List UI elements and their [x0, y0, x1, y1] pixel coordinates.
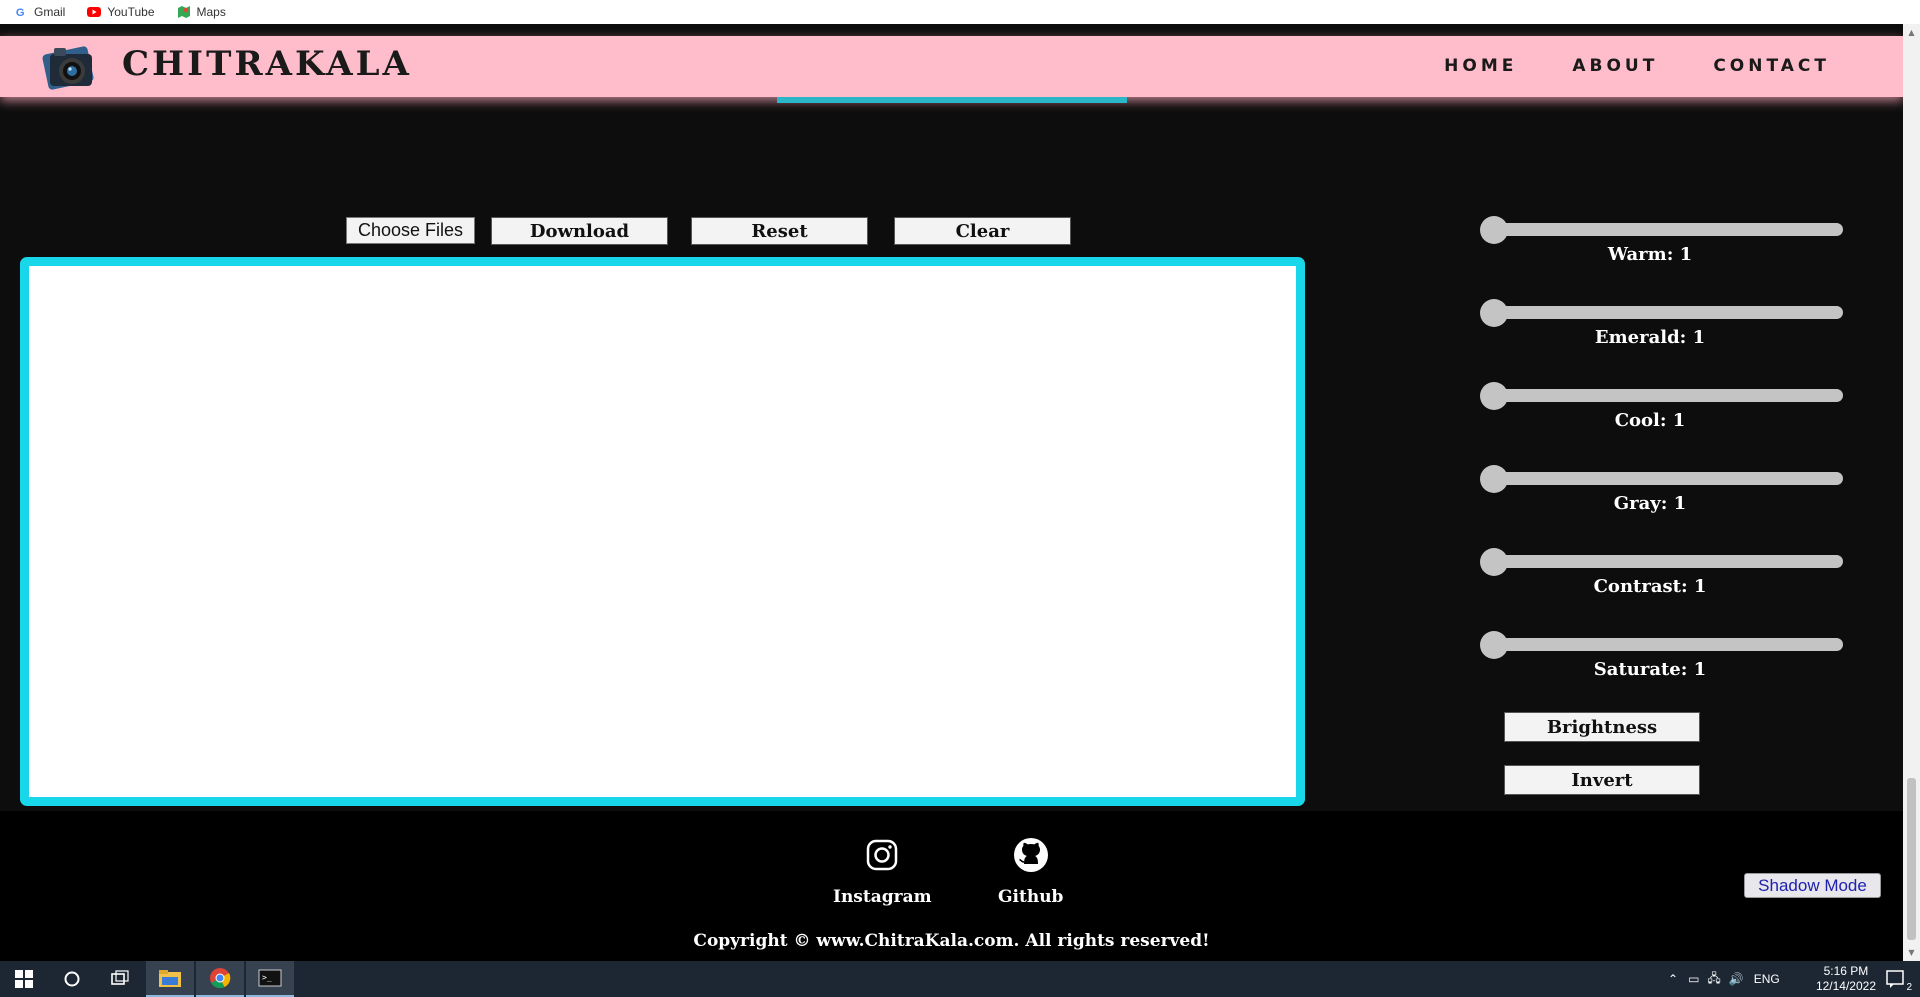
github-icon	[1013, 837, 1049, 873]
nav-contact[interactable]: CONTACT	[1713, 56, 1830, 76]
emerald-slider-thumb[interactable]	[1480, 299, 1508, 327]
nav-about[interactable]: ABOUT	[1572, 56, 1658, 76]
copyright-text: Copyright © www.ChitraKala.com. All righ…	[693, 931, 1210, 951]
reset-button[interactable]: Reset	[691, 217, 868, 245]
scroll-up-arrow-icon[interactable]: ▲	[1903, 24, 1920, 41]
warm-slider-track[interactable]	[1483, 223, 1843, 236]
main-nav: HOME ABOUT CONTACT	[1444, 56, 1830, 76]
file-explorer-icon[interactable]	[146, 961, 194, 997]
invert-button[interactable]: Invert	[1504, 765, 1700, 795]
brand-title: CHITRAKALA	[122, 44, 412, 84]
scroll-down-arrow-icon[interactable]: ▼	[1903, 944, 1920, 961]
warm-slider-thumb[interactable]	[1480, 216, 1508, 244]
site-footer: Instagram Github Copyright © www.ChitraK…	[0, 811, 1903, 961]
devices-icon[interactable]: ▭	[1688, 972, 1699, 986]
site-header: CHITRAKALA HOME ABOUT CONTACT	[0, 36, 1903, 97]
volume-icon[interactable]: 🔊	[1729, 972, 1744, 986]
instagram-link[interactable]: Instagram	[833, 837, 932, 907]
windows-start-icon[interactable]	[0, 961, 48, 997]
contrast-label: Contrast: 1	[1593, 576, 1707, 597]
maps-icon	[177, 5, 191, 19]
filter-sliders: Warm: 1 Emerald: 1 Cool: 1 Gray: 1 Contr…	[1480, 216, 1850, 714]
emerald-slider-group: Emerald: 1	[1480, 299, 1850, 382]
show-hidden-icons-icon[interactable]: ⌃	[1668, 972, 1678, 986]
gray-slider-group: Gray: 1	[1480, 465, 1850, 548]
svg-text:>_: >_	[262, 973, 272, 982]
clear-button[interactable]: Clear	[894, 217, 1071, 245]
nav-home[interactable]: HOME	[1444, 56, 1517, 76]
saturate-slider-thumb[interactable]	[1480, 631, 1508, 659]
github-label: Github	[998, 887, 1064, 907]
clock-date: 12/14/2022	[1815, 979, 1876, 993]
brightness-button[interactable]: Brightness	[1504, 712, 1700, 742]
image-controls: Choose Files Download Reset Clear	[0, 217, 1150, 245]
emerald-slider-track[interactable]	[1483, 306, 1843, 319]
gray-slider-track[interactable]	[1483, 472, 1843, 485]
contrast-slider-group: Contrast: 1	[1480, 548, 1850, 631]
bookmark-maps[interactable]: Maps	[177, 5, 226, 19]
github-link[interactable]: Github	[998, 837, 1063, 907]
header-accent-bar	[777, 97, 1127, 103]
contrast-slider-track[interactable]	[1483, 555, 1843, 568]
image-canvas[interactable]	[20, 257, 1305, 806]
warm-slider-group: Warm: 1	[1480, 216, 1850, 299]
bookmark-gmail[interactable]: G Gmail	[14, 5, 65, 19]
cortana-search-icon[interactable]	[48, 961, 96, 997]
instagram-label: Instagram	[833, 887, 932, 907]
bookmark-youtube[interactable]: YouTube	[87, 5, 155, 19]
choose-files-button[interactable]: Choose Files	[346, 217, 475, 244]
cool-label: Cool: 1	[1614, 410, 1686, 431]
bookmarks-bar: G Gmail YouTube Maps	[0, 0, 1920, 24]
network-icon[interactable]: 🖧	[1707, 969, 1720, 990]
warm-label: Warm: 1	[1607, 244, 1693, 265]
windows-taskbar: >_ ⌃ ▭ 🖧 🔊 ENG 5:16 PM 12/14/2022 2	[0, 961, 1920, 997]
cool-slider-group: Cool: 1	[1480, 382, 1850, 465]
emerald-label: Emerald: 1	[1594, 327, 1706, 348]
download-button[interactable]: Download	[491, 217, 668, 245]
gray-label: Gray: 1	[1613, 493, 1687, 514]
cool-slider-track[interactable]	[1483, 389, 1843, 402]
bookmark-label: Maps	[196, 5, 226, 19]
saturate-slider-group: Saturate: 1	[1480, 631, 1850, 714]
chrome-icon[interactable]	[196, 961, 244, 997]
saturate-label: Saturate: 1	[1593, 659, 1707, 680]
vertical-scrollbar[interactable]: ▲ ▼	[1903, 24, 1920, 961]
cool-slider-thumb[interactable]	[1480, 382, 1508, 410]
svg-text:G: G	[15, 7, 24, 19]
shadow-mode-button[interactable]: Shadow Mode	[1744, 873, 1881, 898]
page-top-strip	[0, 24, 1920, 36]
saturate-slider-track[interactable]	[1483, 638, 1843, 651]
taskbar-clock[interactable]: 5:16 PM 12/14/2022	[1816, 964, 1876, 994]
scrollbar-thumb[interactable]	[1907, 778, 1916, 940]
bookmark-label: Gmail	[34, 5, 66, 19]
gmail-icon: G	[14, 5, 28, 19]
contrast-slider-thumb[interactable]	[1480, 548, 1508, 576]
terminal-icon[interactable]: >_	[246, 961, 294, 997]
task-view-icon[interactable]	[96, 961, 144, 997]
language-indicator[interactable]: ENG	[1754, 972, 1780, 986]
system-tray: ⌃ ▭ 🖧 🔊 ENG	[1668, 961, 1780, 997]
notifications-icon[interactable]: 2	[1872, 961, 1920, 997]
youtube-icon	[87, 5, 102, 19]
camera-logo-icon[interactable]	[42, 40, 100, 94]
bookmark-label: YouTube	[107, 5, 155, 19]
gray-slider-thumb[interactable]	[1480, 465, 1508, 493]
clock-time: 5:16 PM	[1823, 964, 1869, 978]
instagram-icon	[864, 837, 900, 873]
notification-count: 2	[1906, 982, 1912, 993]
